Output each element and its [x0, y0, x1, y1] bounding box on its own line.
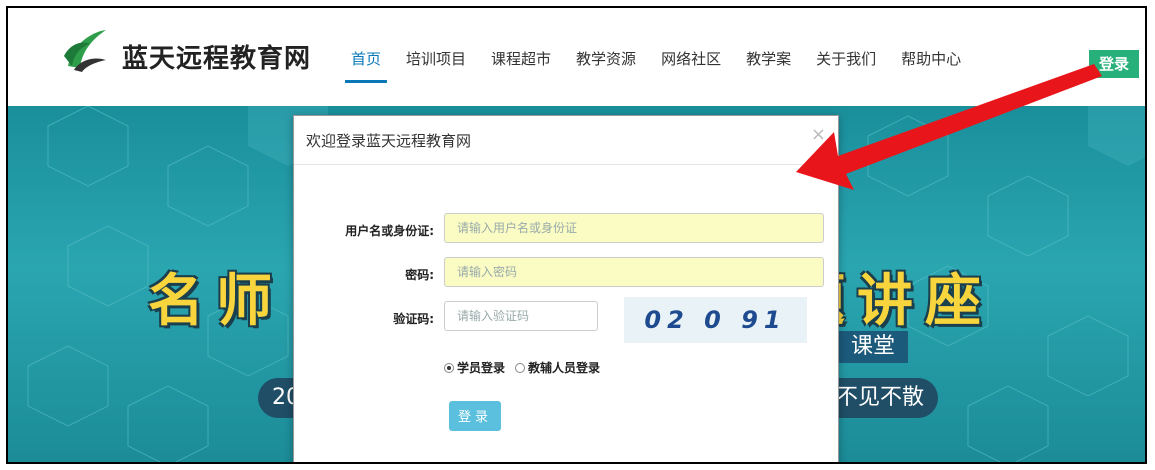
role-selector: 学员登录 教辅人员登录: [444, 359, 610, 376]
role-student-label: 学员登录: [457, 361, 506, 375]
logo-icon: [64, 30, 106, 72]
modal-header: 欢迎登录蓝天远程教育网 ×: [294, 116, 838, 165]
username-label: 用户名或身份证:: [345, 224, 434, 238]
captcha-input[interactable]: [444, 301, 598, 331]
role-student-option[interactable]: 学员登录: [444, 359, 505, 376]
modal-login-button[interactable]: 登录: [449, 401, 501, 431]
nav-item-training[interactable]: 培训项目: [406, 48, 466, 78]
radio-staff[interactable]: [515, 362, 526, 373]
role-staff-label: 教辅人员登录: [528, 361, 601, 375]
modal-title: 欢迎登录蓝天远程教育网: [306, 132, 472, 150]
nav-item-about[interactable]: 关于我们: [816, 48, 876, 78]
site-title[interactable]: 蓝天远程教育网: [122, 38, 311, 75]
hero-subtitle: 课堂: [838, 331, 908, 363]
nav-item-lesson-plans[interactable]: 教学案: [746, 48, 791, 78]
captcha-label: 验证码:: [393, 312, 434, 326]
password-input[interactable]: [444, 257, 824, 287]
login-modal: 欢迎登录蓝天远程教育网 × 用户名或身份证: 密码: 验证码: 02 0 91 …: [293, 115, 839, 462]
main-nav: 首页 培训项目 课程超市 教学资源 网络社区 教学案 关于我们 帮助中心: [344, 48, 986, 83]
nav-item-home[interactable]: 首页: [344, 48, 388, 83]
captcha-image[interactable]: 02 0 91: [624, 297, 807, 343]
nav-item-community[interactable]: 网络社区: [661, 48, 721, 78]
close-icon[interactable]: ×: [811, 124, 826, 145]
hero-tag-right: 不见不散: [835, 385, 924, 410]
site-header: 蓝天远程教育网 首页 培训项目 课程超市 教学资源 网络社区 教学案 关于我们 …: [8, 8, 1145, 106]
captcha-text: 02 0 91: [644, 306, 787, 334]
username-input[interactable]: [444, 213, 824, 243]
role-staff-option[interactable]: 教辅人员登录: [515, 359, 600, 376]
password-label: 密码:: [405, 268, 434, 282]
header-login-button[interactable]: 登录: [1089, 50, 1139, 78]
nav-item-help[interactable]: 帮助中心: [901, 48, 961, 78]
browser-frame: 蓝天远程教育网 首页 培训项目 课程超市 教学资源 网络社区 教学案 关于我们 …: [6, 6, 1147, 464]
nav-item-course-market[interactable]: 课程超市: [491, 48, 551, 78]
hero-title-left: 名师: [148, 269, 284, 334]
nav-item-resources[interactable]: 教学资源: [576, 48, 636, 78]
radio-student[interactable]: [444, 362, 454, 373]
